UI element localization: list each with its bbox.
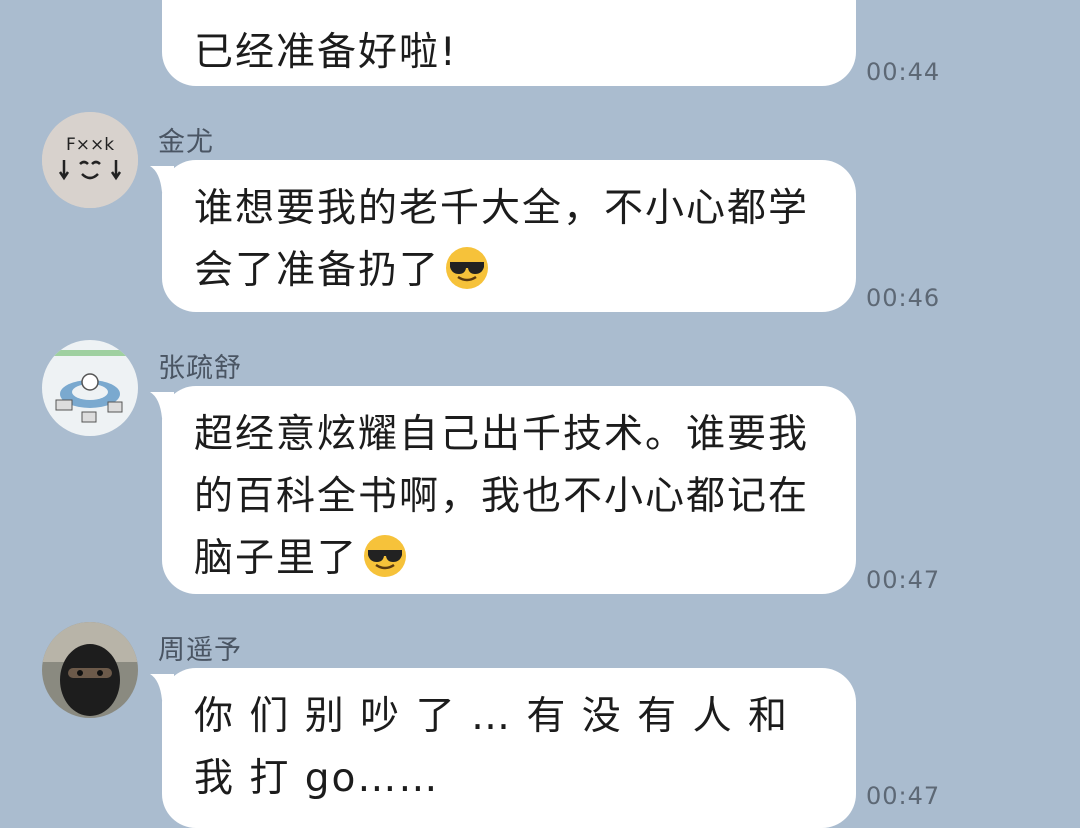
message-bubble[interactable]: 你 们 别 吵 了 … 有 没 有 人 和 我 打 go…… (162, 668, 856, 828)
message-time: 00:47 (866, 782, 941, 810)
message-bubble[interactable]: 已经准备好啦! (162, 0, 856, 86)
sender-name: 周遥予 (158, 635, 242, 666)
message-bubble[interactable]: 谁想要我的老千大全，不小心都学会了准备扔了 (162, 160, 856, 312)
avatar[interactable]: F××k (42, 112, 138, 208)
message-time: 00:44 (866, 58, 941, 86)
sunglasses-face-icon (444, 245, 490, 291)
message-text: 超经意炫耀自己出千技术。谁要我的百科全书啊，我也不小心都记在脑子里了 (194, 412, 810, 581)
message-text: 你 们 别 吵 了 … 有 没 有 人 和 我 打 go…… (194, 694, 789, 801)
avatar[interactable] (42, 340, 138, 436)
sender-name: 金尤 (158, 127, 214, 158)
avatar[interactable] (42, 622, 138, 718)
message-time: 00:46 (866, 284, 941, 312)
message-bubble[interactable]: 超经意炫耀自己出千技术。谁要我的百科全书啊，我也不小心都记在脑子里了 (162, 386, 856, 594)
message-text: 已经准备好啦! (194, 30, 458, 75)
message-time: 00:47 (866, 566, 941, 594)
sunglasses-face-icon (362, 533, 408, 579)
svg-text:F××k: F××k (66, 135, 114, 155)
message-text: 谁想要我的老千大全，不小心都学会了准备扔了 (194, 186, 810, 293)
sender-name: 张疏舒 (158, 353, 242, 384)
